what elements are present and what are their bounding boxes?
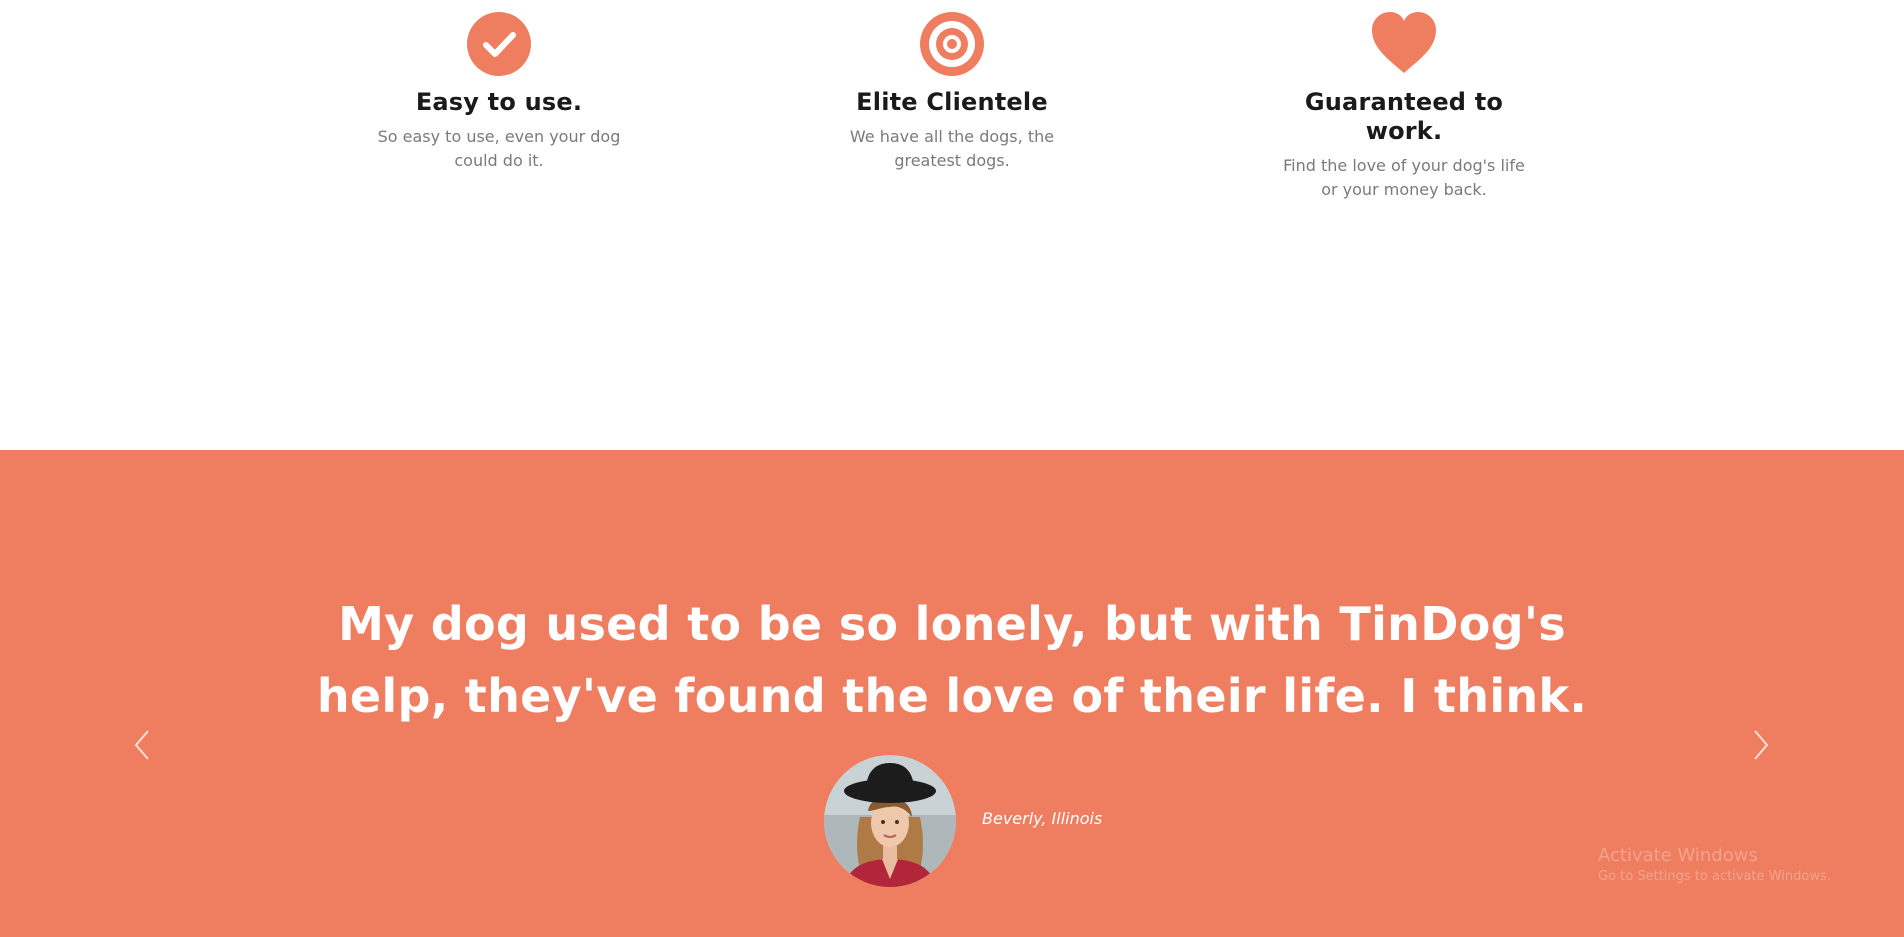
testimonial-author: Beverly, Illinois: [982, 809, 1103, 828]
feature-elite: Elite Clientele We have all the dogs, th…: [822, 0, 1082, 173]
feature-easy: Easy to use. So easy to use, even your d…: [369, 0, 629, 173]
chevron-right-icon[interactable]: [1745, 725, 1775, 765]
feature-text: We have all the dogs, the greatest dogs.: [849, 127, 1055, 170]
feature-text: So easy to use, even your dog could do i…: [377, 127, 621, 170]
testimonial-section: My dog used to be so lonely, but with Ti…: [0, 450, 1904, 937]
watermark-subtitle: Go to Settings to activate Windows.: [1598, 869, 1831, 884]
feature-guaranteed: Guaranteed to work. Find the love of you…: [1274, 0, 1534, 202]
feature-text: Find the love of your dog's life or your…: [1283, 156, 1525, 199]
watermark-title: Activate Windows: [1598, 845, 1758, 866]
profile-photo: [824, 755, 956, 887]
feature-title: Elite Clientele: [856, 88, 1048, 116]
heart-icon: [1372, 12, 1436, 73]
windows-activation-watermark: Activate Windows Go to Settings to activ…: [1598, 845, 1831, 887]
feature-title: Easy to use.: [415, 88, 583, 116]
features-section: Easy to use. So easy to use, even your d…: [0, 0, 1904, 450]
bullseye-icon: [920, 12, 984, 76]
carousel-prev-button[interactable]: [128, 725, 158, 765]
testimonial-avatar: [824, 755, 956, 887]
check-circle-icon: [467, 12, 531, 76]
feature-title: Guaranteed to work.: [1304, 88, 1504, 145]
testimonial-quote: My dog used to be so lonely, but with Ti…: [316, 597, 1588, 723]
carousel-next-button[interactable]: [1745, 725, 1775, 765]
chevron-left-icon[interactable]: [128, 725, 158, 765]
